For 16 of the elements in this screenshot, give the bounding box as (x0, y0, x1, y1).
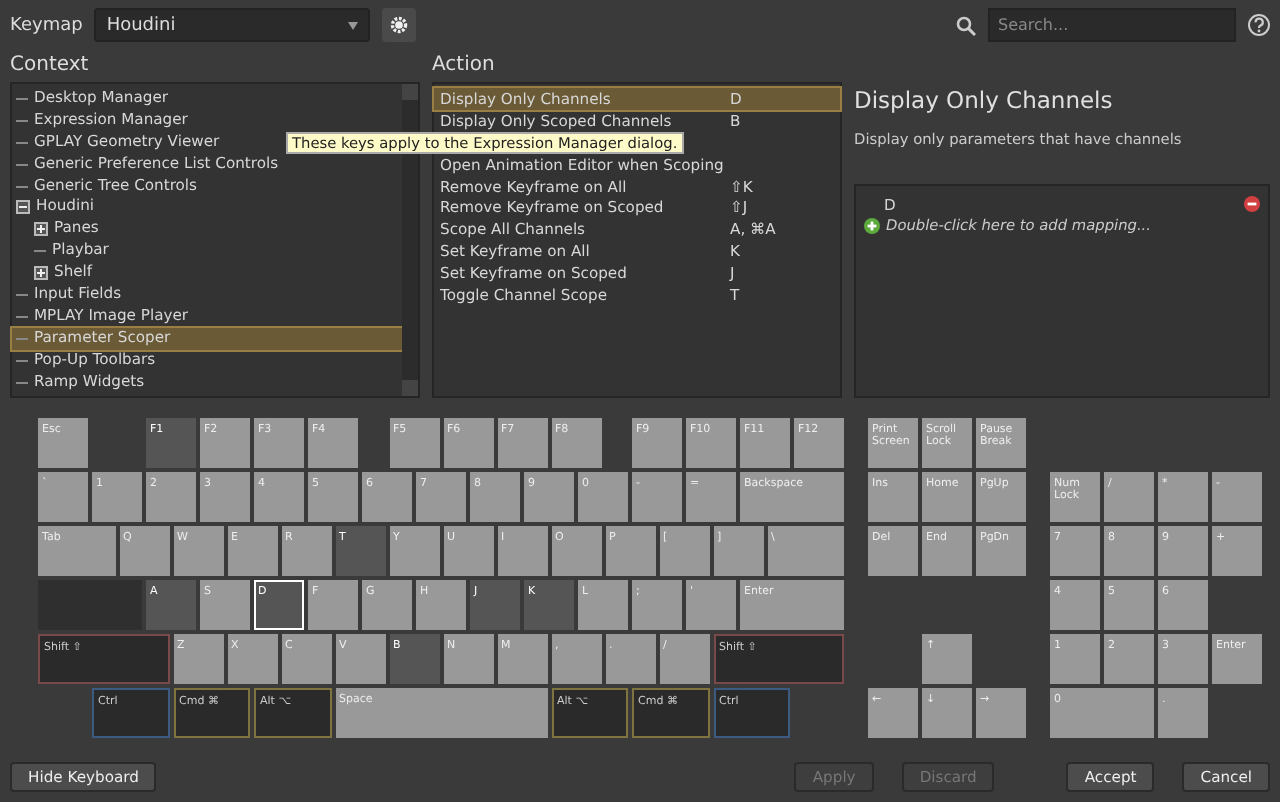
settings-button[interactable] (382, 8, 417, 42)
action-heading: Action (432, 54, 497, 80)
caret-icon (348, 21, 359, 29)
keymap-label: Keymap (10, 15, 83, 35)
add-icon[interactable] (864, 217, 880, 233)
collapse-icon[interactable] (16, 200, 30, 215)
keymap-dropdown[interactable]: Houdini (94, 8, 371, 42)
help-icon[interactable] (1248, 14, 1270, 36)
context-heading: Context (10, 54, 91, 80)
expand-icon[interactable] (34, 266, 48, 281)
gear-icon (388, 14, 411, 36)
detail-title: Display Only Channels (854, 86, 1115, 114)
remove-icon[interactable] (1244, 196, 1260, 212)
search-icon (956, 15, 976, 35)
search-field[interactable]: Search... (988, 8, 1236, 42)
expand-icon[interactable] (34, 222, 48, 237)
